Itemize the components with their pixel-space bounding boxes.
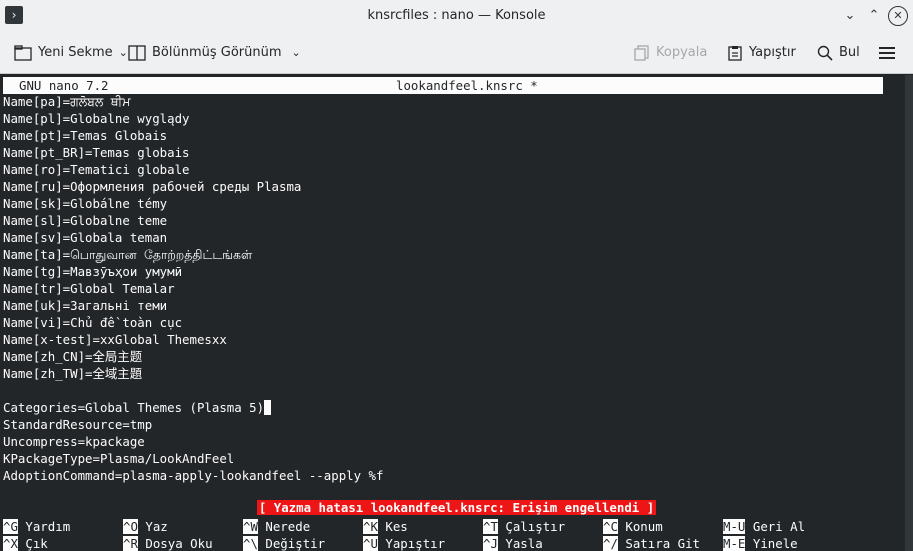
editor-line: Name[sv]=Globala teman [3,230,168,245]
copy-button[interactable]: Kopyala [634,32,707,74]
shortcut-paste[interactable]: ^U Yapıştır [363,535,445,551]
hamburger-menu-icon [879,46,895,59]
editor-line: Name[tr]=Global Temalar [3,281,175,296]
new-tab-button[interactable]: Yeni Sekme ⌄ [14,32,128,74]
split-view-label: Bölünmüş Görünüm [152,45,282,60]
editor-line: Name[tg]=Мавзӯъҳои умумӣ [3,264,183,279]
editor-line: Name[pa]=ਗਲੋਬਲ ਥੀਮ [3,94,131,109]
maximize-button[interactable]: ⌃ [864,6,884,26]
new-tab-label: Yeni Sekme [38,45,113,60]
editor-line: Name[ta]=பொதுவான தோற்றத்திட்டங்கள் [3,247,253,262]
new-tab-icon [14,44,32,61]
nano-filename: lookandfeel.knsrc * [396,78,538,93]
find-label: Bul [839,45,860,60]
shortcut-cut[interactable]: ^K Kes [363,518,408,535]
shortcut-exit[interactable]: ^X Çık [3,535,48,551]
window-title: knsrcfiles : nano — Konsole [367,8,546,23]
shortcut-redo[interactable]: M-E Yinele [723,535,798,551]
shortcut-undo[interactable]: M-U Geri Al [723,518,805,535]
editor-line: Name[x-test]=xxGlobal Themesxx [3,332,227,347]
editor-line: Name[uk]=Загальні теми [3,298,168,313]
shortcut-help[interactable]: ^G Yardım [3,518,70,535]
toolbar: Yeni Sekme ⌄ Bölünmüş Görünüm ⌄ Kopyala Ya… [0,32,913,74]
close-button[interactable]: ✕ [888,6,908,26]
editor-line-current: Categories=Global Themes (Plasma 5) [3,399,383,416]
editor-line: Name[pt]=Temas Globais [3,128,168,143]
editor-line: AdoptionCommand=plasma-apply-lookandfeel… [3,468,384,483]
editor-line: StandardResource=tmp [3,417,153,432]
paste-icon [728,45,742,61]
shortcut-read-file[interactable]: ^R Dosya Oku [123,535,213,551]
copy-label: Kopyala [656,45,708,60]
text-cursor [264,400,272,415]
paste-button[interactable]: Yapıştır [727,32,796,74]
error-message: [ Yazma hatası lookandfeel.knsrc: Erişim… [256,500,657,515]
minimize-button[interactable]: ⌄ [840,6,860,26]
editor-line: Name[ro]=Tematici globale [3,162,190,177]
shortcut-location[interactable]: ^C Konum [603,518,663,535]
editor-line: Name[vi]=Chủ đề toàn cục [3,315,183,330]
chevron-down-icon: ⌄ [118,46,128,59]
editor-line: Name[pl]=Globalne wyglądy [3,111,190,126]
split-view-icon [128,44,146,61]
editor-line: Name[sk]=Globálne témy [3,196,168,211]
terminal-area[interactable]: GNU nano 7.2 lookandfeel.knsrc * Name[pa… [0,75,913,551]
paste-label: Yapıştır [749,45,796,60]
shortcut-row: ^G Yardım ^O Yaz ^W Nerede ^K Kes ^T Çal… [3,518,913,535]
nano-header: GNU nano 7.2 lookandfeel.knsrc * [3,77,883,94]
editor-line: Name[pt_BR]=Temas globais [3,145,190,160]
chevron-down-icon: ⌄ [291,46,301,59]
shortcut-replace[interactable]: ^\ Değiştir [243,535,325,551]
scrollbar[interactable] [905,75,913,551]
title-bar[interactable]: › knsrcfiles : nano — Konsole ⌄ ⌃ ✕ [0,0,913,32]
find-button[interactable]: Bul [817,32,860,74]
shortcut-write[interactable]: ^O Yaz [123,518,168,535]
current-line-text: Categories=Global Themes (Plasma 5) [3,400,265,415]
editor-line: Uncompress=kpackage [3,434,145,449]
shortcut-where[interactable]: ^W Nerede [243,518,310,535]
shortcut-execute[interactable]: ^T Çalıştır [483,518,565,535]
shortcut-row: ^X Çık ^R Dosya Oku ^\ Değiştir ^U Yapış… [3,535,913,551]
editor-line: Name[zh_TW]=全域主題 [3,366,143,381]
editor-line: Name[zh_CN]=全局主题 [3,349,143,364]
hamburger-menu-button[interactable] [878,32,896,74]
shortcut-bar: ^G Yardım ^O Yaz ^W Nerede ^K Kes ^T Çal… [3,518,913,551]
editor-line: Name[sl]=Globalne teme [3,213,168,228]
shortcut-go-to-line[interactable]: ^/ Satıra Git [603,535,700,551]
editor-line: Name[ru]=Оформления рабочей среды Plasma [3,179,302,194]
editor-line: KPackageType=Plasma/LookAndFeel [3,451,235,466]
editor-content[interactable]: Name[pa]=ਗਲੋਬਲ ਥੀਮ Name[pl]=Globalne wyg… [3,93,383,484]
status-bar: [ Yazma hatası lookandfeel.knsrc: Erişim… [0,500,913,516]
search-icon [817,45,833,61]
split-view-button[interactable]: Bölünmüş Görünüm ⌄ [128,32,301,74]
copy-icon [634,44,649,61]
nano-version: GNU nano 7.2 [19,78,109,93]
shortcut-justify[interactable]: ^J Yasla [483,535,543,551]
